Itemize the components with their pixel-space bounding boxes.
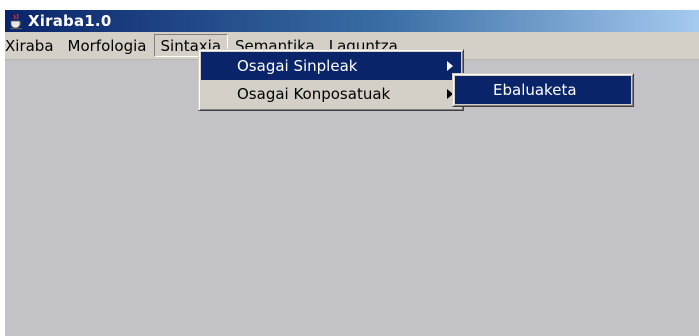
sintaxia-dropdown: Osagai Sinpleak Osagai Konposatuak bbox=[198, 49, 464, 111]
menu-item-label: Ebaluaketa bbox=[493, 81, 577, 99]
submenu-arrow-icon bbox=[447, 61, 453, 71]
menu-item-osagai-sinpleak[interactable]: Osagai Sinpleak bbox=[201, 52, 461, 80]
menu-item-label: Osagai Sinpleak bbox=[237, 57, 358, 75]
menu-xiraba[interactable]: Xiraba bbox=[5, 34, 61, 57]
java-coffee-cup-icon bbox=[7, 12, 25, 30]
title-bar[interactable]: Xiraba1.0 bbox=[5, 10, 699, 32]
menu-item-ebaluaketa[interactable]: Ebaluaketa bbox=[455, 76, 631, 104]
menu-item-osagai-konposatuak[interactable]: Osagai Konposatuak bbox=[201, 80, 461, 108]
window-title: Xiraba1.0 bbox=[28, 12, 112, 30]
osagai-sinpleak-submenu: Ebaluaketa bbox=[452, 73, 634, 107]
menu-item-label: Osagai Konposatuak bbox=[237, 85, 391, 103]
menu-morfologia[interactable]: Morfologia bbox=[61, 34, 154, 57]
